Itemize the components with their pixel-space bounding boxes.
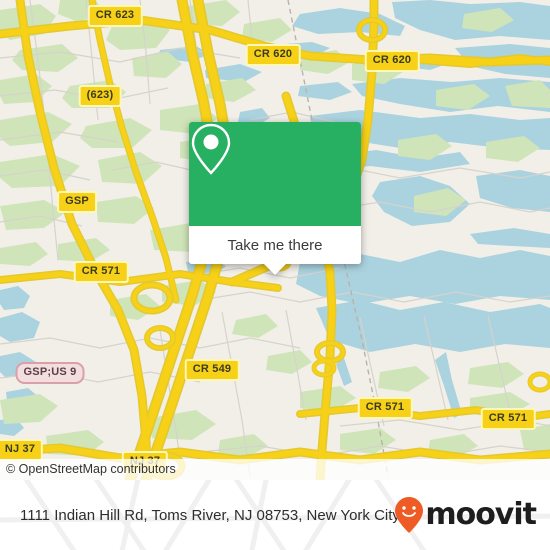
road-shield-gsp-us9: GSP;US 9 bbox=[15, 362, 85, 384]
osm-attribution[interactable]: © OpenStreetMap contributors bbox=[0, 459, 550, 480]
take-me-there-button[interactable]: Take me there bbox=[189, 226, 361, 264]
footer-bar: 1111 Indian Hill Rd, Toms River, NJ 0875… bbox=[0, 480, 550, 550]
moovit-pin-smiley-icon bbox=[395, 497, 424, 533]
road-shield-cr-571-right: CR 571 bbox=[480, 408, 536, 430]
road-shield-cr-623-top: CR 623 bbox=[87, 5, 143, 27]
map-canvas[interactable]: CR 623 CR 620 CR 620 (623) GSP CR 571 GSP;US 9… bbox=[0, 0, 550, 480]
popup-card[interactable]: Take me there bbox=[189, 122, 361, 264]
road-shield-cr-571-mid: CR 571 bbox=[357, 397, 413, 419]
popup-pointer bbox=[263, 263, 287, 275]
road-shield-cr-620-left: CR 620 bbox=[245, 44, 301, 66]
address-label: 1111 Indian Hill Rd, Toms River, NJ 0875… bbox=[20, 506, 400, 524]
road-shield-gsp: GSP bbox=[57, 191, 97, 213]
moovit-wordmark: moovit bbox=[425, 497, 537, 532]
road-shield-cr-571-left: CR 571 bbox=[73, 261, 129, 283]
road-shield-cr-620-right: CR 620 bbox=[364, 50, 420, 72]
map-screenshot: CR 623 CR 620 CR 620 (623) GSP CR 571 GSP;US 9… bbox=[0, 0, 550, 550]
location-popup[interactable]: Take me there bbox=[189, 122, 361, 275]
moovit-logo[interactable]: moovit bbox=[394, 496, 537, 534]
road-shield-cr-623-paren: (623) bbox=[78, 85, 122, 107]
popup-header bbox=[189, 122, 361, 226]
road-shield-cr-549: CR 549 bbox=[184, 359, 240, 381]
road-shield-nj-37-left: NJ 37 bbox=[0, 439, 44, 461]
map-pin-icon bbox=[191, 123, 231, 175]
